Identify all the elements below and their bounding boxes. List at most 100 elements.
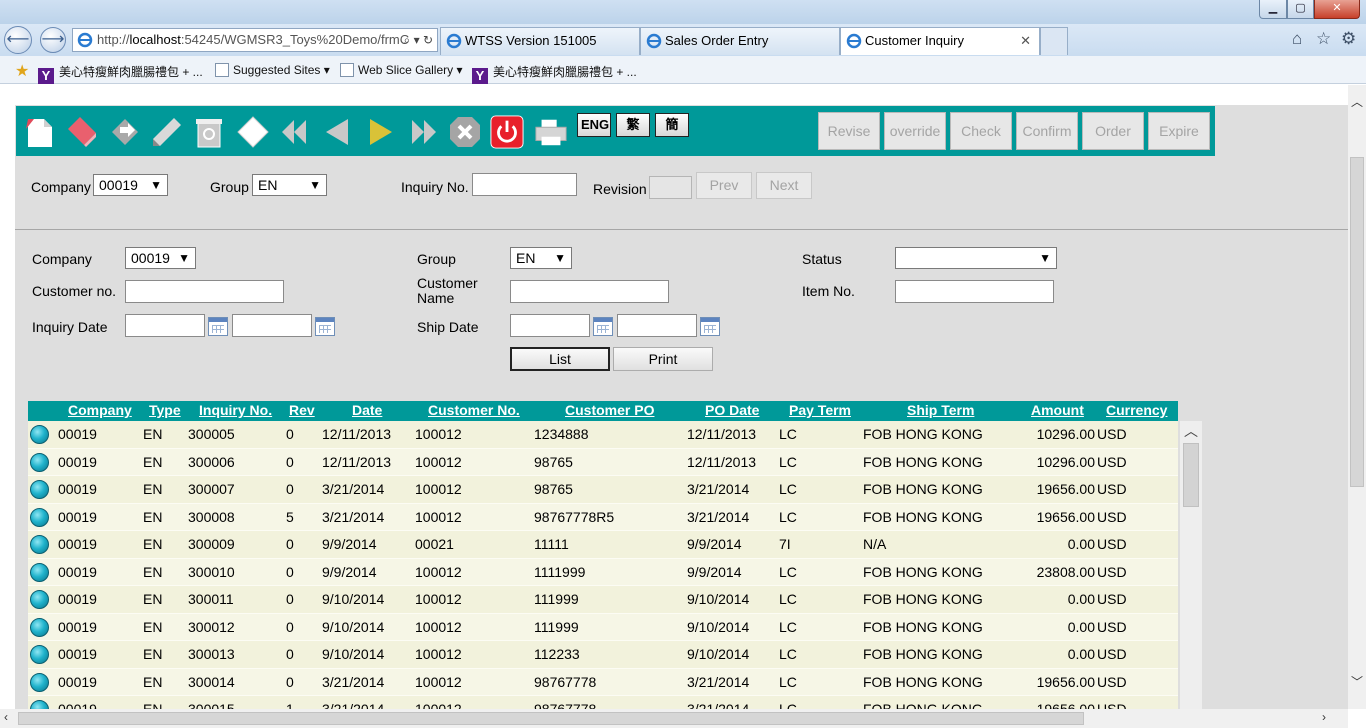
lang-english-button[interactable]: ENG [577, 113, 611, 137]
new-icon[interactable] [22, 115, 56, 149]
scroll-left-icon[interactable]: ‹ [4, 710, 8, 724]
close-tab-icon[interactable]: ✕ [1020, 28, 1031, 54]
page-hscroll-thumb[interactable] [18, 712, 1084, 725]
inquiry-date-to-input[interactable] [232, 314, 312, 337]
first-record-icon[interactable] [278, 115, 312, 149]
page-scroll-thumb[interactable] [1350, 157, 1364, 487]
column-header-type[interactable]: Type [149, 402, 181, 418]
previous-record-icon[interactable] [320, 115, 354, 149]
calendar-icon[interactable] [700, 317, 720, 336]
page-horizontal-scrollbar[interactable]: ‹ › [0, 709, 1348, 728]
scroll-up-icon[interactable]: ︿ [1184, 421, 1198, 441]
forward-arrow-icon[interactable]: ⟶ [40, 27, 66, 53]
select-row-icon[interactable] [30, 425, 49, 444]
table-row[interactable]: 00019 EN 300009 0 9/9/2014 00021 11111 9/9/2014… [28, 531, 1178, 559]
tab-wtss[interactable]: WTSS Version 151005 [440, 27, 640, 55]
address-bar[interactable]: http://localhost:54245/WGMSR3_Toys%20Dem… [72, 28, 438, 52]
customer-name-input[interactable] [510, 280, 669, 303]
column-header-ship-term[interactable]: Ship Term [907, 402, 974, 418]
search-group-select[interactable]: EN ▼ [510, 247, 572, 269]
scroll-down-icon[interactable]: ﹀ [1351, 673, 1363, 690]
table-row[interactable]: 00019 EN 300013 0 9/10/2014 100012 112233 9/10/… [28, 641, 1178, 669]
search-refresh-icon[interactable]: ⌕ ▾ ↻ [404, 29, 433, 51]
revision-input[interactable] [649, 176, 692, 199]
eraser-icon[interactable] [64, 115, 98, 149]
header-company-select[interactable]: 00019 ▼ [93, 174, 168, 196]
column-header-amount[interactable]: Amount [1031, 402, 1084, 418]
grid-scrollbar[interactable]: ︿ [1180, 421, 1202, 713]
header-group-select[interactable]: EN ▼ [252, 174, 327, 196]
select-row-icon[interactable] [30, 562, 49, 582]
status-select[interactable]: ▼ [895, 247, 1057, 269]
table-row[interactable]: 00019 EN 300014 0 3/21/2014 100012 98767778 3/2… [28, 668, 1178, 696]
column-header-inquiry-no[interactable]: Inquiry No. [199, 402, 272, 418]
page-vertical-scrollbar[interactable]: ︿ ﹀ [1348, 85, 1366, 709]
check-button[interactable]: Check [950, 112, 1012, 150]
override-button[interactable]: override [884, 112, 946, 150]
customer-no-input[interactable] [125, 280, 284, 303]
select-row-icon[interactable] [30, 645, 49, 664]
scroll-right-icon[interactable]: › [1322, 710, 1326, 724]
column-header-date[interactable]: Date [352, 402, 382, 418]
last-record-icon[interactable] [406, 115, 440, 149]
recycle-bin-icon[interactable] [192, 115, 226, 149]
tools-gear-icon[interactable]: ⚙ [1341, 29, 1356, 49]
column-header-po-date[interactable]: PO Date [705, 402, 759, 418]
close-window-button[interactable]: ✕ [1314, 0, 1360, 19]
inquiry-no-input[interactable] [472, 173, 577, 196]
back-arrow-icon[interactable]: ⟵ [4, 26, 32, 54]
new-tab-button[interactable] [1040, 27, 1068, 55]
column-header-currency[interactable]: Currency [1106, 402, 1167, 418]
expire-button[interactable]: Expire [1148, 112, 1210, 150]
diamond-icon[interactable] [236, 115, 270, 149]
column-header-pay-term[interactable]: Pay Term [789, 402, 851, 418]
edit-pencil-icon[interactable] [150, 115, 184, 149]
search-company-select[interactable]: 00019 ▼ [125, 247, 196, 269]
table-row[interactable]: 00019 EN 300010 0 9/9/2014 100012 1111999 9/9/2… [28, 558, 1178, 586]
select-row-icon[interactable] [30, 535, 49, 554]
favorite-suggested-sites[interactable]: Suggested Sites ▾ [215, 63, 330, 77]
column-header-customer-po[interactable]: Customer PO [565, 402, 654, 418]
scroll-up-icon[interactable]: ︿ [1351, 93, 1363, 110]
column-header-company[interactable]: Company [68, 402, 132, 418]
column-header-customer-no[interactable]: Customer No. [428, 402, 520, 418]
home-icon[interactable]: ⌂ [1292, 29, 1302, 49]
inquiry-date-from-input[interactable] [125, 314, 205, 337]
grid-scroll-thumb[interactable] [1183, 443, 1199, 507]
table-row[interactable]: 00019 EN 300005 0 12/11/2013 100012 1234888 12/… [28, 421, 1178, 449]
table-row[interactable]: 00019 EN 300008 5 3/21/2014 100012 98767778R5 3… [28, 503, 1178, 531]
confirm-button[interactable]: Confirm [1016, 112, 1078, 150]
revise-button[interactable]: Revise [818, 112, 880, 150]
favorite-web-slice-gallery[interactable]: Web Slice Gallery ▾ [340, 63, 463, 77]
minimize-button[interactable]: ▁ [1259, 0, 1287, 19]
printer-icon[interactable] [534, 115, 568, 149]
maximize-button[interactable]: ▢ [1287, 0, 1314, 19]
lang-simplified-button[interactable]: 簡 [655, 113, 689, 137]
cancel-icon[interactable] [448, 115, 482, 149]
table-row[interactable]: 00019 EN 300011 0 9/10/2014 100012 111999 9/10/… [28, 586, 1178, 614]
table-row[interactable]: 00019 EN 300006 0 12/11/2013 100012 98765 12/11… [28, 448, 1178, 476]
power-icon[interactable] [490, 115, 524, 149]
select-row-icon[interactable] [30, 507, 49, 527]
select-row-icon[interactable] [30, 672, 49, 692]
ship-date-to-input[interactable] [617, 314, 697, 337]
table-row[interactable]: 00019 EN 300012 0 9/10/2014 100012 111999 9/10/… [28, 613, 1178, 641]
ship-date-from-input[interactable] [510, 314, 590, 337]
order-button[interactable]: Order [1082, 112, 1144, 150]
favorites-star-icon[interactable]: ☆ [1316, 29, 1331, 49]
calendar-icon[interactable] [593, 317, 613, 336]
favorite-link[interactable]: Y 美心特瘦鮮肉臘腸禮包 + ... [472, 63, 637, 84]
print-button[interactable]: Print [613, 347, 713, 371]
select-row-icon[interactable] [30, 452, 49, 472]
favorites-star-icon[interactable]: ★ [15, 61, 29, 81]
select-row-icon[interactable] [30, 617, 49, 637]
calendar-icon[interactable] [208, 317, 228, 336]
list-button[interactable]: List [510, 347, 610, 371]
tab-customer-inquiry[interactable]: Customer Inquiry ✕ [840, 27, 1040, 55]
next-button[interactable]: Next [756, 172, 812, 199]
select-row-icon[interactable] [30, 590, 49, 609]
prev-button[interactable]: Prev [696, 172, 752, 199]
lang-traditional-button[interactable]: 繁 [616, 113, 650, 137]
next-record-icon[interactable] [364, 115, 398, 149]
tab-sales-order-entry[interactable]: Sales Order Entry [640, 27, 840, 55]
